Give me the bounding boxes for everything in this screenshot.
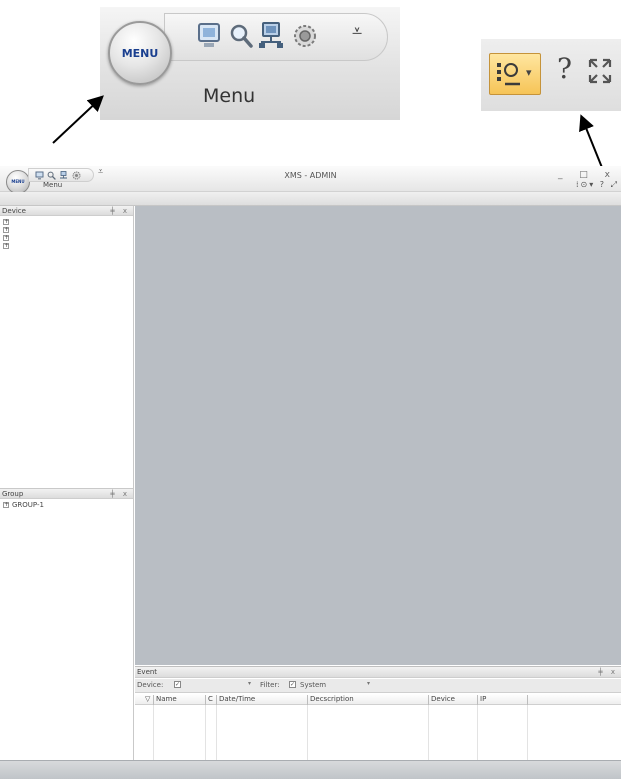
tree-item[interactable]: + [0, 226, 133, 234]
group-name: GROUP-1 [12, 501, 44, 509]
group-panel: Group ╪ x + GROUP-1 [0, 488, 134, 760]
device-panel: Device ╪ x + + + + [0, 206, 134, 488]
tree-item-group[interactable]: + GROUP-1 [0, 501, 133, 509]
window-controls[interactable]: _ □ x [558, 170, 617, 180]
expand-icon[interactable]: + [3, 219, 9, 225]
menu-orb-label: MENU [121, 47, 159, 60]
tree-item[interactable]: + [0, 218, 133, 226]
column-c[interactable]: C [205, 695, 213, 705]
column-device[interactable]: Device [428, 695, 455, 705]
column-description[interactable]: Decscription [307, 695, 354, 705]
quick-access-dropdown-icon[interactable]: ⩡ [352, 23, 362, 41]
event-table-header: ▽ Name C Date/Time Decscription Device I… [135, 694, 621, 705]
right-toolbar-callout: ▾ ? [481, 39, 621, 111]
group-panel-header: Group ╪ x [0, 489, 133, 499]
panel-pin-close-icon[interactable]: ╪ x [110, 206, 130, 216]
fullscreen-icon[interactable] [587, 57, 613, 85]
device-panel-header: Device ╪ x [0, 206, 133, 216]
event-filter-bar: Device: ✓ ▾ Filter: ✓ System ▾ [135, 679, 621, 693]
event-panel-header: Event ╪ x [135, 667, 621, 678]
group-panel-title: Group [2, 490, 24, 498]
sort-icon[interactable]: ▽ [143, 695, 150, 705]
event-panel-title: Event [137, 668, 158, 676]
filter-dropdown-icon[interactable]: ▾ [367, 680, 370, 687]
expand-icon[interactable]: + [3, 235, 9, 241]
event-panel: Event ╪ x Device: ✓ ▾ Filter: ✓ System ▾… [135, 666, 621, 761]
panel-pin-close-icon[interactable]: ╪ x [110, 489, 130, 499]
expand-icon[interactable]: + [3, 243, 9, 249]
help-icon[interactable]: ? [557, 55, 572, 83]
expand-icon[interactable]: + [3, 227, 9, 233]
filter-checkbox[interactable]: ✓ [289, 681, 296, 688]
column-name[interactable]: Name [153, 695, 177, 705]
expand-icon[interactable]: + [3, 502, 9, 508]
device-filter-label: Device: [137, 681, 164, 689]
ribbon-strip [0, 192, 621, 206]
main-workspace [135, 206, 621, 665]
filter-value[interactable]: System [300, 681, 326, 689]
network-icon[interactable] [258, 21, 284, 51]
column-spacer [527, 695, 530, 705]
menu-label: Menu [43, 181, 63, 189]
tree-item[interactable]: + [0, 234, 133, 242]
device-filter-dropdown-icon[interactable]: ▾ [248, 680, 251, 687]
layout-icon [497, 63, 520, 86]
column-ip[interactable]: IP [477, 695, 486, 705]
menu-orb-button[interactable]: MENU [108, 21, 172, 85]
monitor-icon[interactable] [196, 21, 222, 51]
chevron-down-icon: ▾ [526, 66, 532, 79]
search-icon[interactable] [228, 21, 254, 51]
app-window: MENU ⩡ XMS - ADMIN _ □ x Menu ⁞⊙▾ ? ⤢ De… [0, 166, 621, 779]
device-filter-checkbox[interactable]: ✓ [174, 681, 181, 688]
menu-label: Menu [203, 85, 256, 107]
event-table-body [135, 705, 621, 761]
status-bar [0, 760, 621, 779]
column-datetime[interactable]: Date/Time [216, 695, 255, 705]
device-panel-title: Device [2, 207, 26, 215]
panel-pin-close-icon[interactable]: ╪ x [598, 667, 618, 677]
right-toolbar[interactable]: ⁞⊙▾ ? ⤢ [576, 180, 619, 190]
filter-label: Filter: [260, 681, 280, 689]
settings-icon[interactable] [292, 21, 318, 51]
tree-item[interactable]: + [0, 242, 133, 250]
arrow-to-menu [52, 95, 104, 144]
menu-callout: MENU ⩡ Menu [100, 7, 400, 120]
title-bar: MENU ⩡ XMS - ADMIN _ □ x Menu ⁞⊙▾ ? ⤢ [0, 166, 621, 194]
window-title: XMS - ADMIN [284, 171, 337, 180]
layout-button[interactable]: ▾ [489, 53, 541, 95]
